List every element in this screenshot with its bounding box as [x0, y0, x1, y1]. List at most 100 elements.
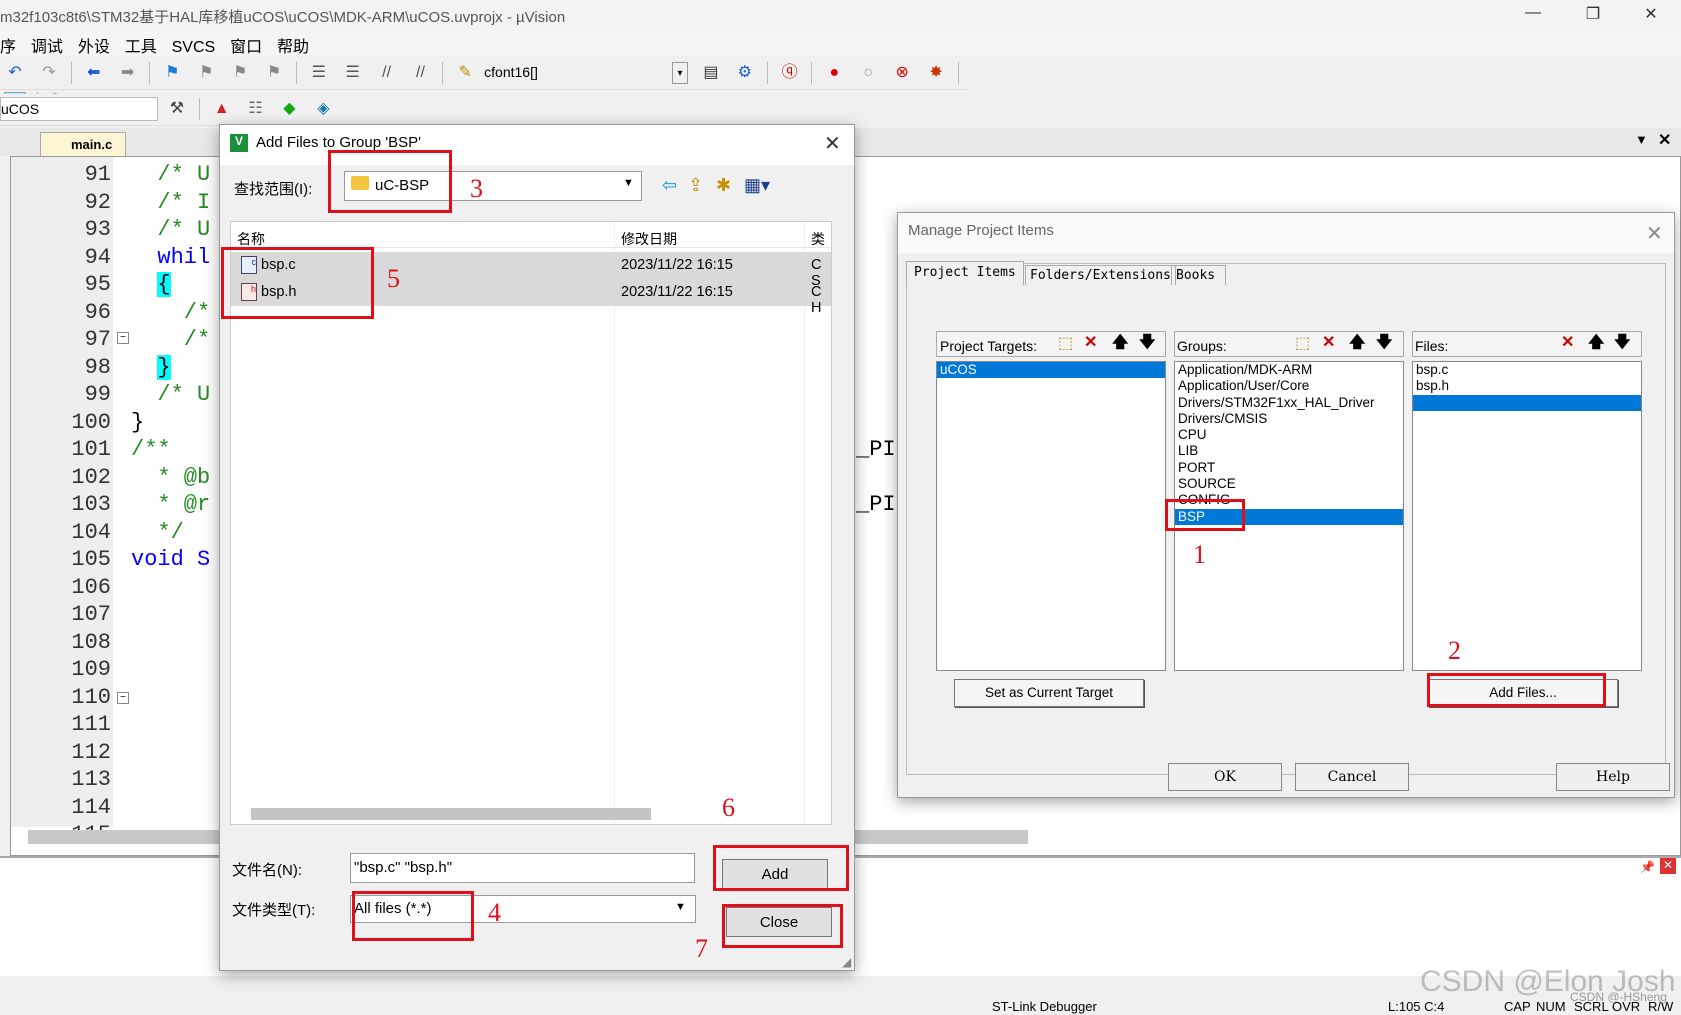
column-type[interactable]: 类	[811, 229, 825, 249]
back-icon[interactable]: ⇦	[662, 175, 677, 195]
new-folder-icon[interactable]: ✱	[716, 175, 731, 195]
tab-main-c[interactable]: main.c	[40, 132, 126, 156]
delete-target-icon[interactable]: ✕	[1084, 333, 1097, 353]
bookmark-icon[interactable]: ⚑	[161, 62, 183, 84]
delete-file-icon[interactable]: ✕	[1561, 333, 1574, 353]
clear-bookmarks-icon[interactable]: ⚑	[263, 62, 285, 84]
menu-item-debug[interactable]: 调试	[28, 30, 71, 57]
comment-icon[interactable]: //	[376, 62, 398, 84]
menu-item-tools[interactable]: 工具	[122, 30, 165, 57]
column-modified[interactable]: 修改日期	[621, 229, 677, 249]
select-pack-icon[interactable]: ◈	[312, 98, 334, 120]
manage-components-icon[interactable]: ◆	[278, 98, 300, 120]
find-combo-dropdown-icon[interactable]: ▾	[672, 62, 689, 84]
chevron-down-icon[interactable]: ▼	[675, 901, 686, 913]
prev-bookmark-icon[interactable]: ⚑	[195, 62, 217, 84]
tab-books[interactable]: Books	[1171, 265, 1227, 285]
unindent-icon[interactable]: ☰	[342, 62, 364, 84]
fold-toggle-icon[interactable]: −	[117, 332, 129, 344]
move-down-target-icon[interactable]: 🡇	[1139, 333, 1155, 353]
find-combo[interactable]: cfont16[]	[484, 61, 664, 85]
find-icon[interactable]: ▤	[700, 62, 722, 84]
incremental-find-icon[interactable]: ⚙	[734, 62, 756, 84]
undo-icon[interactable]: ↶	[4, 62, 26, 84]
chevron-down-icon[interactable]: ▼	[623, 177, 634, 189]
list-item-selected[interactable]	[1413, 394, 1641, 411]
list-item[interactable]: Application/User/Core	[1175, 378, 1403, 394]
list-item[interactable]: Application/MDK-ARM	[1175, 362, 1403, 378]
list-item[interactable]: SOURCE	[1175, 476, 1403, 492]
delete-group-icon[interactable]: ✕	[1322, 333, 1335, 353]
uncomment-icon[interactable]: //	[409, 62, 431, 84]
maximize-button[interactable]: ❐	[1570, 4, 1616, 24]
annotation-box	[713, 845, 849, 891]
tab-project-items[interactable]: Project Items	[906, 261, 1024, 285]
redo-icon[interactable]: ↷	[38, 62, 60, 84]
filename-input[interactable]: "bsp.c" "bsp.h"	[350, 853, 695, 883]
close-icon[interactable]: ✕	[824, 131, 841, 156]
close-window-button[interactable]: ✕	[1628, 4, 1674, 24]
options-for-target-icon[interactable]: ⚒	[166, 98, 188, 120]
list-item[interactable]: CPU	[1175, 427, 1403, 443]
tab-list-icon[interactable]: ▼	[1635, 132, 1648, 147]
menu-item-svcs[interactable]: SVCS	[169, 36, 224, 57]
list-item[interactable]: bsp.h	[1413, 378, 1641, 394]
menu-item-peripherals[interactable]: 外设	[75, 30, 118, 57]
targets-list[interactable]: uCOS	[936, 361, 1166, 671]
watermark-small: CSDN @-HSheng	[1570, 990, 1667, 1004]
dialog-title: Manage Project Items	[898, 213, 1674, 253]
resize-grip-icon[interactable]: ◢	[842, 955, 851, 969]
pin-icon[interactable]: 📌	[1640, 860, 1655, 874]
file-list-scrollbar[interactable]	[251, 808, 651, 820]
list-item[interactable]: Drivers/STM32F1xx_HAL_Driver	[1175, 395, 1403, 411]
nav-forward-icon[interactable]: ➡	[117, 62, 139, 84]
find-in-files-icon[interactable]: ✎	[454, 62, 476, 84]
close-icon[interactable]: ✕	[1646, 221, 1663, 246]
help-button[interactable]: Help	[1556, 763, 1670, 791]
menu-item-project[interactable]: 序	[0, 30, 24, 57]
list-item[interactable]: uCOS	[937, 362, 1165, 379]
code-line: /*	[131, 327, 211, 352]
indent-icon[interactable]: ☰	[308, 62, 330, 84]
column-name[interactable]: 名称	[237, 229, 265, 249]
breakpoint-kill-all-icon[interactable]: ✸	[925, 62, 947, 84]
tab-folders-extensions[interactable]: Folders/Extensions	[1025, 265, 1176, 285]
close-panel-icon[interactable]: ✕	[1660, 858, 1676, 874]
move-up-file-icon[interactable]: 🡅	[1588, 333, 1604, 353]
nav-back-icon[interactable]: ⬅	[83, 62, 105, 84]
minimize-button[interactable]: —	[1510, 4, 1556, 22]
list-item[interactable]: Drivers/CMSIS	[1175, 411, 1403, 427]
list-item[interactable]: bsp.c	[1413, 362, 1641, 378]
list-item[interactable]: LIB	[1175, 443, 1403, 459]
code-line: /* U	[131, 217, 211, 242]
move-down-file-icon[interactable]: 🡇	[1614, 333, 1630, 353]
move-down-group-icon[interactable]: 🡇	[1376, 333, 1392, 353]
debug-session-icon[interactable]: ⓠ	[779, 62, 801, 84]
breakpoint-disable-all-icon[interactable]: ⊗	[891, 62, 913, 84]
next-bookmark-icon[interactable]: ⚑	[229, 62, 251, 84]
view-menu-icon[interactable]: ▦▾	[744, 175, 770, 195]
menu-item-help[interactable]: 帮助	[274, 30, 317, 57]
fold-toggle-icon[interactable]: −	[117, 692, 129, 704]
close-editor-icon[interactable]: ✕	[1658, 130, 1671, 150]
files-list[interactable]: bsp.c bsp.h	[1412, 361, 1642, 671]
move-up-target-icon[interactable]: 🡅	[1112, 333, 1128, 353]
ok-button[interactable]: OK	[1168, 763, 1282, 791]
code-line: }	[131, 354, 210, 382]
filetype-label: 文件类型(T):	[232, 902, 316, 919]
list-item[interactable]: PORT	[1175, 460, 1403, 476]
new-group-icon[interactable]: ⬚	[1295, 334, 1310, 354]
set-current-target-button[interactable]: Set as Current Target	[954, 679, 1144, 707]
breakpoint-disable-icon[interactable]: ○	[857, 62, 879, 84]
menu-item-window[interactable]: 窗口	[227, 30, 270, 57]
target-select[interactable]: uCOS	[0, 97, 158, 121]
breakpoint-insert-icon[interactable]: ●	[823, 62, 845, 84]
file-extensions-icon[interactable]: ▲	[211, 98, 233, 120]
new-target-icon[interactable]: ⬚	[1058, 334, 1073, 354]
line-number: 103	[71, 492, 111, 517]
move-up-group-icon[interactable]: 🡅	[1349, 333, 1365, 353]
up-folder-icon[interactable]: ⇪	[688, 175, 703, 195]
matched-brace: }	[157, 354, 171, 380]
stack-icon[interactable]: ☷	[245, 98, 267, 120]
cancel-button[interactable]: Cancel	[1295, 763, 1409, 791]
